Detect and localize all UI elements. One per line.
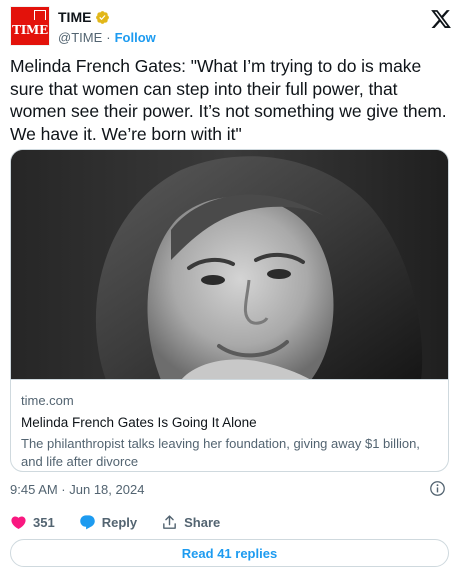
- upload-share-icon: [163, 514, 176, 529]
- x-logo-icon[interactable]: [430, 8, 452, 30]
- link-preview-info: time.com Melinda French Gates Is Going I…: [11, 380, 448, 471]
- tweet-header: TIME TIME @TIME · Follow: [10, 6, 452, 46]
- like-count: 351: [33, 514, 55, 530]
- speech-bubble-icon: [79, 514, 95, 529]
- share-button[interactable]: Share: [161, 514, 220, 531]
- account-handle[interactable]: @TIME: [58, 30, 102, 45]
- reply-button[interactable]: Reply: [79, 514, 137, 531]
- tweet-meta: 9:45 AM · Jun 18, 2024: [10, 479, 452, 499]
- share-label: Share: [184, 514, 221, 530]
- like-button[interactable]: 351: [10, 514, 55, 531]
- tweet-text: Melinda French Gates: "What I’m trying t…: [10, 56, 447, 144]
- account-name[interactable]: TIME: [58, 9, 91, 25]
- link-title[interactable]: Melinda French Gates Is Going It Alone: [21, 414, 440, 432]
- info-icon[interactable]: [429, 480, 446, 497]
- handle-row: @TIME · Follow: [58, 28, 156, 46]
- link-domain: time.com: [21, 393, 74, 408]
- avatar[interactable]: TIME: [10, 6, 50, 46]
- read-replies-button[interactable]: Read 41 replies: [10, 539, 449, 567]
- reply-label: Reply: [101, 514, 138, 530]
- tweet-actions: 351 Reply Share: [10, 512, 244, 532]
- name-row: TIME: [58, 8, 110, 26]
- verified-badge-icon: [96, 10, 110, 24]
- link-preview-card[interactable]: time.com Melinda French Gates Is Going I…: [10, 149, 449, 472]
- follow-link[interactable]: Follow: [115, 30, 156, 45]
- avatar-logo-text: TIME: [12, 23, 48, 37]
- link-preview-image: [11, 150, 448, 380]
- avatar-frame-mark: [34, 10, 46, 20]
- portrait-photo: [11, 150, 448, 379]
- embedded-tweet-card: TIME TIME @TIME · Follow Melinda French …: [0, 0, 462, 580]
- tweet-timestamp[interactable]: 9:45 AM · Jun 18, 2024: [10, 482, 144, 497]
- link-description: The philanthropist talks leaving her fou…: [21, 436, 420, 469]
- heart-icon: [11, 515, 26, 529]
- separator-dot: ·: [106, 29, 111, 45]
